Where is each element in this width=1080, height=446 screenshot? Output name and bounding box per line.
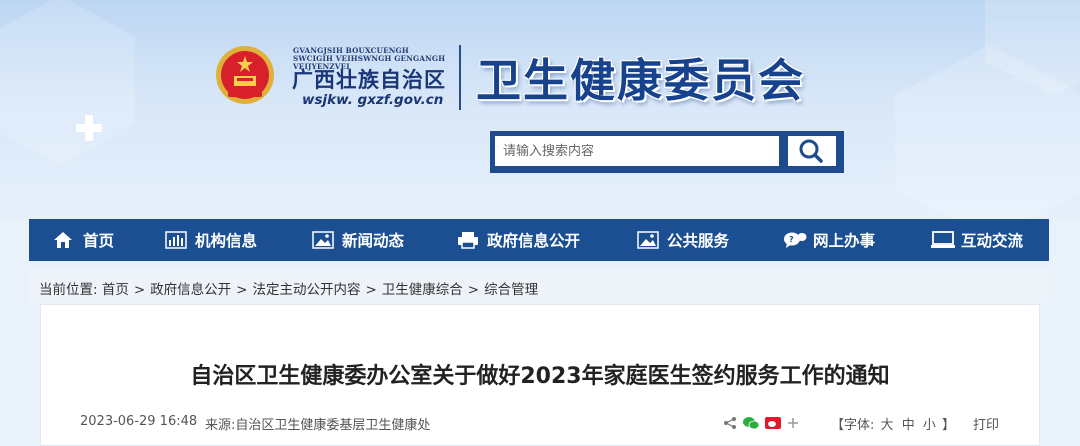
bar-chart-icon	[165, 231, 187, 249]
nav-item-home[interactable]: 首页	[53, 219, 114, 261]
breadcrumb-link[interactable]: 首页	[102, 282, 129, 298]
nav-item-label: 公共服务	[667, 232, 730, 250]
site-header: GVANGJSIH BOUXCUENGH SWCIGIH VEIHSWNGH G…	[0, 0, 1080, 220]
plus-icon[interactable]	[787, 417, 799, 429]
header-divider	[459, 45, 461, 110]
breadcrumb-separator: >	[236, 282, 248, 298]
font-size-close-bracket: 】	[942, 418, 956, 433]
article-panel: 自治区卫生健康委办公室关于做好2023年家庭医生签约服务工作的通知 2023-0…	[40, 304, 1040, 446]
nav-item-label: 新闻动态	[342, 232, 405, 250]
article-source: 来源:自治区卫生健康委基层卫生健康处	[205, 418, 431, 433]
search-bar	[490, 131, 844, 173]
region-name: 广西壮族自治区	[292, 67, 446, 92]
printer-icon	[457, 231, 479, 249]
nav-item-label: 机构信息	[195, 232, 258, 250]
breadcrumb-separator: >	[133, 282, 146, 298]
nav-item-interaction[interactable]: 互动交流	[931, 219, 1023, 261]
monitor-icon	[931, 231, 955, 249]
breadcrumb-link[interactable]: 政府信息公开	[150, 282, 231, 298]
share-bar	[723, 415, 799, 431]
image-icon	[637, 231, 659, 249]
nav-item-label: 网上办事	[813, 232, 876, 250]
svg-text:?: ?	[789, 235, 794, 244]
breadcrumb-separator: >	[365, 282, 377, 298]
nav-item-label: 互动交流	[961, 232, 1024, 250]
nav-item-gov-info[interactable]: 政府信息公开	[457, 219, 580, 261]
image-icon	[312, 231, 334, 249]
breadcrumb-link[interactable]: 法定主动公开内容	[252, 282, 360, 298]
font-size-control: 【字体: 大 中 小 】	[831, 414, 955, 433]
weibo-icon[interactable]	[765, 416, 781, 430]
publish-datetime: 2023-06-29 16:48	[80, 414, 198, 429]
font-size-medium-button[interactable]: 中	[902, 418, 915, 433]
plus-decoration-icon	[76, 115, 102, 141]
breadcrumb-trail: 当前位置: 首页 > 政府信息公开 > 法定主动公开内容 > 卫生健康综合 > 综合管理	[39, 278, 538, 298]
main-navigation: 首页 机构信息 新闻动态 政府信息公开 公共服务 ? 网上办事 互动交流	[29, 219, 1049, 261]
nav-item-online-service[interactable]: ? 网上办事	[783, 219, 875, 261]
chat-icon: ?	[783, 231, 807, 249]
breadcrumb-link[interactable]: 卫生健康综合	[382, 282, 463, 298]
article-title: 自治区卫生健康委办公室关于做好2023年家庭医生签约服务工作的通知	[190, 364, 890, 389]
nav-item-public-service[interactable]: 公共服务	[637, 219, 729, 261]
search-input[interactable]	[495, 136, 779, 166]
wechat-icon[interactable]	[743, 416, 759, 430]
font-size-large-button[interactable]: 大	[881, 418, 894, 433]
font-size-label: 【字体:	[831, 418, 875, 433]
breadcrumb-prefix: 当前位置:	[39, 282, 98, 298]
nav-item-label: 政府信息公开	[487, 232, 581, 250]
search-icon	[799, 139, 823, 163]
nav-item-news[interactable]: 新闻动态	[312, 219, 404, 261]
hexagon-decoration	[985, 0, 1080, 95]
search-button[interactable]	[788, 136, 836, 166]
breadcrumb-link[interactable]: 综合管理	[484, 282, 538, 298]
nav-item-institution[interactable]: 机构信息	[165, 219, 257, 261]
nav-item-label: 首页	[83, 232, 115, 250]
national-emblem-icon	[216, 46, 274, 104]
print-button[interactable]: 打印	[973, 414, 999, 433]
font-size-small-button[interactable]: 小	[923, 418, 936, 433]
share-icon[interactable]	[723, 416, 737, 430]
hexagon-decoration	[0, 0, 135, 165]
breadcrumb: 当前位置: 首页 > 政府信息公开 > 法定主动公开内容 > 卫生健康综合 > 综合管理	[29, 269, 1049, 303]
home-icon	[53, 231, 75, 249]
department-title: 卫生健康委员会	[476, 54, 806, 107]
site-url[interactable]: wsjkw. gxzf.gov.cn	[302, 92, 443, 108]
breadcrumb-separator: >	[467, 282, 480, 298]
